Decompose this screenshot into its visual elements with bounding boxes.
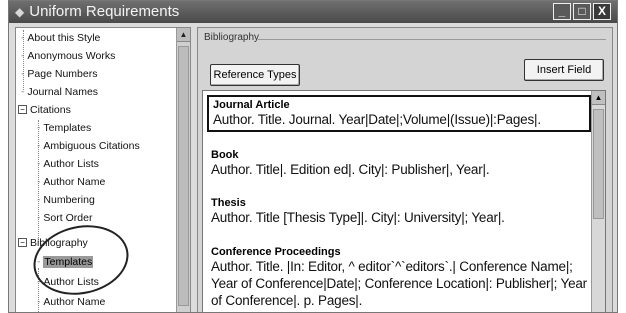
window-controls: _ □ X [553, 3, 611, 20]
group-divider [258, 39, 606, 40]
template-entry-journal-article[interactable]: Journal Article Author. Title. Journal. … [207, 95, 591, 132]
tree-item-label: Anonymous Works [27, 49, 116, 62]
tree-item-label: Citations [30, 103, 71, 116]
collapse-icon[interactable]: − [18, 105, 27, 114]
app-icon: ◆ [15, 5, 25, 19]
scroll-up-icon[interactable]: ▲ [592, 91, 605, 105]
tree-item-bibliography-author-name[interactable]: - Author Name [36, 294, 105, 309]
tree-item-label: Author Name [43, 295, 106, 308]
tree-item-label: Templates [43, 121, 92, 134]
template-entry-conference-proceedings[interactable]: Conference Proceedings Author. Title. |I… [207, 244, 591, 311]
tree-item-citations[interactable]: − Citations [18, 102, 71, 117]
scrollbar-thumb[interactable] [178, 46, 189, 306]
tree-item-label: Numbering [43, 193, 95, 206]
tree-item-sort-order[interactable]: - Sort Order [36, 210, 92, 225]
template-entry-book[interactable]: Book Author. Title|. Edition ed|. City|:… [207, 147, 591, 180]
entry-template[interactable]: Author. Title. Journal. Year|Date|;Volum… [213, 111, 585, 128]
insert-field-button[interactable]: Insert Field [524, 59, 604, 81]
reference-types-button[interactable]: Reference Types [210, 64, 300, 86]
tree-item-journal-names[interactable]: - Journal Names [20, 84, 98, 99]
tree-item-label: Sort Order [43, 211, 93, 224]
minimize-icon[interactable]: _ [553, 3, 571, 20]
tree-item-label: Author Name [43, 175, 106, 188]
tree-item-citation-templates[interactable]: - Templates [36, 120, 91, 135]
template-list[interactable]: Journal Article Author. Title. Journal. … [202, 90, 606, 312]
tree-item-ambiguous-citations[interactable]: - Ambiguous Citations [36, 138, 140, 153]
tree-item-citation-author-lists[interactable]: - Author Lists [36, 156, 99, 171]
entry-template[interactable]: Author. Title|. Edition ed|. City|: Publ… [211, 161, 587, 178]
entry-template[interactable]: Author. Title. |In: Editor, ^ editor`^`e… [211, 258, 587, 309]
entry-title: Thesis [211, 197, 246, 209]
tree-item-label: Ambiguous Citations [43, 139, 140, 152]
entry-template[interactable]: Author. Title [Thesis Type]|. City|: Uni… [211, 209, 587, 226]
scrollbar-thumb[interactable] [593, 109, 604, 219]
template-list-scrollbar[interactable]: ▲ [591, 91, 605, 312]
tree-item-citation-author-name[interactable]: - Author Name [36, 174, 105, 189]
scroll-up-icon[interactable]: ▲ [177, 28, 190, 42]
entry-title: Book [211, 149, 239, 161]
group-label: Bibliography [204, 32, 260, 43]
tree-item-anonymous-works[interactable]: - Anonymous Works [20, 48, 115, 63]
entry-title: Conference Proceedings [211, 246, 341, 258]
tree-item-label: About this Style [27, 31, 101, 44]
tree-item-about-style[interactable]: - About this Style [20, 30, 100, 45]
maximize-icon[interactable]: □ [573, 3, 591, 20]
template-entry-thesis[interactable]: Thesis Author. Title [Thesis Type]|. Cit… [207, 195, 591, 228]
tree-item-page-numbers[interactable]: - Page Numbers [20, 66, 97, 81]
tree-item-numbering[interactable]: - Numbering [36, 192, 95, 207]
bibliography-panel: Bibliography Reference Types Insert Fiel… [197, 27, 613, 312]
style-editor-window: ◆ Uniform Requirements _ □ X - About thi… [8, 0, 618, 313]
window-title: Uniform Requirements [29, 3, 180, 20]
title-bar[interactable]: ◆ Uniform Requirements _ □ X [9, 1, 617, 23]
entry-title: Journal Article [213, 99, 290, 111]
collapse-icon[interactable]: − [18, 238, 27, 247]
tree-scrollbar[interactable]: ▲ [176, 28, 190, 312]
tree-item-label: Page Numbers [27, 67, 98, 80]
tree-item-label: Journal Names [27, 85, 99, 98]
close-icon[interactable]: X [593, 3, 611, 20]
tree-item-label: Author Lists [43, 157, 99, 170]
